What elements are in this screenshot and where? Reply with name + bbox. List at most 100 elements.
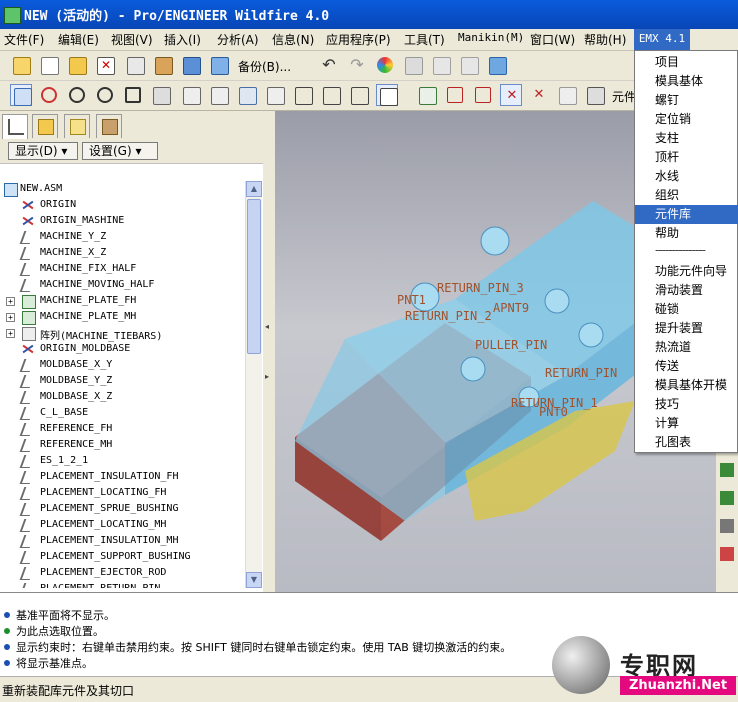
datum-points-icon[interactable]	[472, 84, 494, 106]
assemble-icon[interactable]	[720, 491, 734, 505]
pen-icon[interactable]	[152, 54, 174, 76]
curve-icon[interactable]	[264, 84, 286, 106]
shading-icon[interactable]	[376, 84, 398, 106]
menu-tools[interactable]: 工具(T)	[404, 31, 445, 48]
zoom-in-icon[interactable]	[66, 84, 88, 106]
expand-icon[interactable]: +	[6, 297, 15, 306]
tree-node[interactable]: PLACEMENT_LOCATING_FH	[0, 485, 245, 501]
tree-node[interactable]: PLACEMENT_INSULATION_FH	[0, 469, 245, 485]
reassemble-icon[interactable]	[720, 547, 734, 561]
emx-menu-item[interactable]: 技巧	[635, 395, 738, 414]
emx-menu-item[interactable]: 定位销	[635, 110, 738, 129]
tree-node[interactable]: + 阵列(MACHINE_TIEBARS)	[0, 325, 245, 342]
datum-planes-icon[interactable]	[416, 84, 438, 106]
annotation-icon[interactable]	[556, 84, 578, 106]
settings-dropdown[interactable]: 设置(G) ▾	[82, 142, 158, 160]
tree-node[interactable]: PLACEMENT_RETURN_PIN	[0, 581, 245, 588]
spin-center-icon[interactable]	[38, 84, 60, 106]
layers-icon[interactable]	[208, 84, 230, 106]
emx-menu-item[interactable]: 组织	[635, 186, 738, 205]
scroll-down-icon[interactable]: ▼	[246, 572, 262, 588]
tree-node[interactable]: ES_1_2_1	[0, 453, 245, 469]
menu-help[interactable]: 帮助(H)	[584, 31, 626, 48]
point-display-icon[interactable]: ✕	[500, 84, 522, 106]
menu-applications[interactable]: 应用程序(P)	[326, 31, 391, 48]
menu-insert[interactable]: 插入(I)	[164, 31, 201, 48]
label-return-pin-2[interactable]: RETURN_PIN_2	[405, 309, 492, 323]
close-window-button[interactable]: ✕	[94, 54, 116, 76]
save-button[interactable]	[180, 54, 202, 76]
show-dropdown[interactable]: 显示(D) ▾	[8, 142, 78, 160]
tab-connections[interactable]	[96, 114, 122, 138]
wireframe-icon[interactable]	[292, 84, 314, 106]
backup-button[interactable]: 备份(B)...	[238, 58, 291, 75]
tree-node[interactable]: C_L_BASE	[0, 405, 245, 421]
emx-menu-item[interactable]: 项目	[635, 53, 738, 72]
edit-button[interactable]	[124, 54, 146, 76]
tree-node[interactable]: PLACEMENT_LOCATING_MH	[0, 517, 245, 533]
label-return-pin[interactable]: RETURN_PIN	[545, 366, 617, 380]
emx-menu-item[interactable]: 元件库	[635, 205, 738, 224]
emx-menu-item[interactable]: 模具基体	[635, 72, 738, 91]
copy-button[interactable]	[402, 54, 424, 76]
tab-model-tree[interactable]	[2, 114, 28, 139]
tree-node[interactable]: REFERENCE_MH	[0, 437, 245, 453]
undo-button[interactable]: ↶	[318, 54, 340, 76]
emx-menu-item[interactable]: 螺钉	[635, 91, 738, 110]
tree-node[interactable]: ORIGIN	[0, 197, 245, 213]
redo-button[interactable]: ↷	[346, 54, 368, 76]
hidden-line-icon[interactable]	[320, 84, 342, 106]
tree-node[interactable]: PLACEMENT_SPRUE_BUSHING	[0, 501, 245, 517]
emx-menu-item[interactable]: 帮助	[635, 224, 738, 243]
tree-node[interactable]: + MACHINE_PLATE_FH	[0, 293, 245, 309]
reorient-icon[interactable]	[150, 84, 172, 106]
tree-node[interactable]: MACHINE_FIX_HALF	[0, 261, 245, 277]
repaint-icon[interactable]	[10, 84, 32, 106]
menu-emx[interactable]: EMX 4.1	[634, 29, 690, 50]
emx-menu-item[interactable]: 传送	[635, 357, 738, 376]
emx-menu-item[interactable]: 水线	[635, 167, 738, 186]
emx-menu-item[interactable]: 碰锁	[635, 300, 738, 319]
tree-node[interactable]: PLACEMENT_INSULATION_MH	[0, 533, 245, 549]
saved-views-icon[interactable]	[180, 84, 202, 106]
tree-node[interactable]: PLACEMENT_SUPPORT_BUSHING	[0, 549, 245, 565]
emx-menu-item[interactable]: 计算	[635, 414, 738, 433]
expand-right-icon[interactable]: ▸	[265, 372, 271, 381]
emx-menu-item[interactable]: 顶杆	[635, 148, 738, 167]
tree-node[interactable]: REFERENCE_FH	[0, 421, 245, 437]
appearance-icon[interactable]	[374, 54, 396, 76]
collapse-left-icon[interactable]: ◂	[265, 322, 271, 331]
refit-icon[interactable]	[122, 84, 144, 106]
menu-file[interactable]: 文件(F)	[4, 31, 44, 48]
panel-splitter[interactable]: ◂ ▸	[263, 111, 275, 592]
expand-icon[interactable]: +	[6, 313, 15, 322]
tree-node[interactable]: MOLDBASE_X_Y	[0, 357, 245, 373]
tab-folder-browser[interactable]	[32, 114, 58, 138]
insert-feature-icon[interactable]	[720, 463, 734, 477]
csys-display-icon[interactable]: ✕	[528, 84, 550, 106]
menu-info[interactable]: 信息(N)	[272, 31, 314, 48]
scroll-thumb[interactable]	[247, 199, 261, 354]
tree-node[interactable]: PLACEMENT_EJECTOR_ROD	[0, 565, 245, 581]
tree-node[interactable]: + MACHINE_PLATE_MH	[0, 309, 245, 325]
open-button[interactable]	[66, 54, 88, 76]
emx-menu-item[interactable]: 功能元件向导	[635, 262, 738, 281]
regenerate-icon[interactable]	[486, 54, 508, 76]
emx-menu-item[interactable]: 支柱	[635, 129, 738, 148]
menu-manikin[interactable]: Manikin(M)	[458, 31, 524, 44]
zoom-out-icon[interactable]	[94, 84, 116, 106]
scroll-up-icon[interactable]: ▲	[246, 181, 262, 197]
emx-menu-item[interactable]: 滑动装置	[635, 281, 738, 300]
tree-node[interactable]: NEW.ASM	[0, 181, 245, 197]
tree-node[interactable]: MOLDBASE_X_Z	[0, 389, 245, 405]
label-puller-pin[interactable]: PULLER_PIN	[475, 338, 547, 352]
tree-node[interactable]: MACHINE_X_Z	[0, 245, 245, 261]
emx-menu-item[interactable]: 热流道	[635, 338, 738, 357]
paste-button[interactable]	[430, 54, 452, 76]
new-file-button[interactable]	[10, 54, 32, 76]
tree-node[interactable]: MACHINE_Y_Z	[0, 229, 245, 245]
component-icon[interactable]	[584, 84, 606, 106]
tree-node[interactable]: ORIGIN_MASHINE	[0, 213, 245, 229]
emx-menu-item[interactable]: 提升装置	[635, 319, 738, 338]
model-tree-scrollbar[interactable]: ▲ ▼	[245, 181, 262, 588]
